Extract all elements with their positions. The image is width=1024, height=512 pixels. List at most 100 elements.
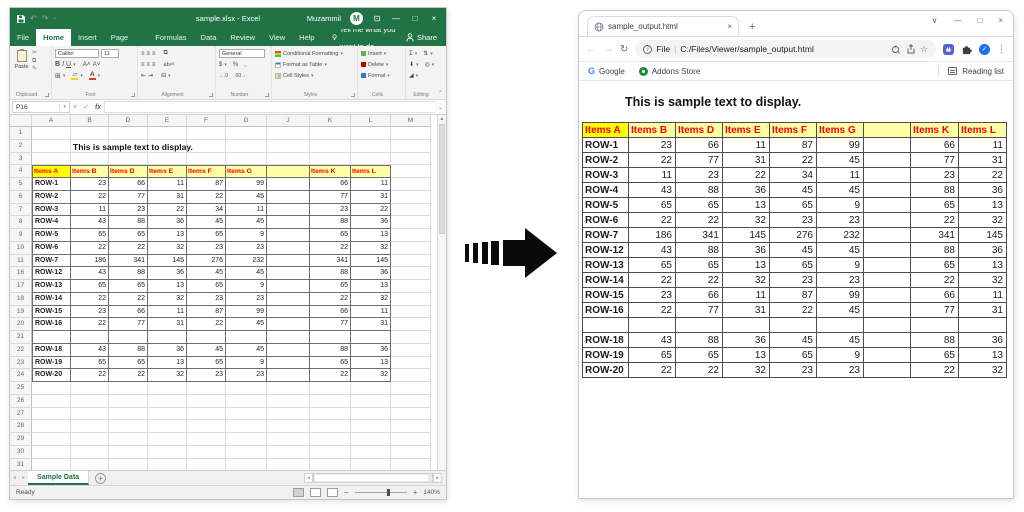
- excel-cell-M29[interactable]: [391, 433, 431, 446]
- excel-cell-E21[interactable]: [148, 331, 187, 344]
- excel-cell-M26[interactable]: [391, 395, 431, 408]
- excel-col-header-L[interactable]: L: [351, 115, 391, 127]
- excel-cell-L26[interactable]: [351, 395, 391, 408]
- excel-tab-page-layout[interactable]: Page Layout: [104, 29, 149, 46]
- excel-cell-A11[interactable]: ROW-7: [32, 255, 71, 268]
- excel-cell-F27[interactable]: [187, 408, 226, 421]
- excel-cell-D26[interactable]: [109, 395, 148, 408]
- excel-cell-F19[interactable]: 87: [187, 306, 226, 319]
- excel-tab-view[interactable]: View: [262, 29, 292, 46]
- excel-cell-E18[interactable]: 32: [148, 293, 187, 306]
- excel-row-header-10[interactable]: 10: [10, 242, 32, 255]
- excel-cell-F8[interactable]: 45: [187, 216, 226, 229]
- excel-cell-G31[interactable]: [226, 459, 267, 471]
- currency-icon[interactable]: $: [219, 62, 222, 68]
- excel-cell-A25[interactable]: [32, 382, 71, 395]
- excel-cell-M8[interactable]: [391, 216, 431, 229]
- excel-cell-G27[interactable]: [226, 408, 267, 421]
- excel-cell-K24[interactable]: 22: [310, 369, 351, 382]
- excel-cell-A18[interactable]: ROW-14: [32, 293, 71, 306]
- paste-button[interactable]: Paste: [13, 48, 30, 70]
- excel-col-header-E[interactable]: E: [148, 115, 187, 127]
- scroll-right-icon[interactable]: ▸: [433, 473, 442, 483]
- excel-cell-J21[interactable]: [267, 331, 310, 344]
- horizontal-scrollbar[interactable]: ◂ ▸: [304, 471, 442, 485]
- excel-cell-D5[interactable]: 66: [109, 178, 148, 191]
- excel-tab-review[interactable]: Review: [223, 29, 262, 46]
- excel-row-header-22[interactable]: 22: [10, 344, 32, 357]
- excel-cell-B18[interactable]: 22: [71, 293, 109, 306]
- excel-cell-G5[interactable]: 99: [226, 178, 267, 191]
- excel-cell-F5[interactable]: 87: [187, 178, 226, 191]
- browser-minimize-button[interactable]: —: [953, 16, 961, 25]
- excel-cell-J5[interactable]: [267, 178, 310, 191]
- excel-cell-D27[interactable]: [109, 408, 148, 421]
- excel-cell-A6[interactable]: ROW-2: [32, 191, 71, 204]
- excel-cell-A2[interactable]: [32, 140, 71, 153]
- h-scrollbar-thumb[interactable]: [315, 475, 428, 481]
- excel-cell-B27[interactable]: [71, 408, 109, 421]
- excel-cell-L22[interactable]: 36: [351, 344, 391, 357]
- enter-icon[interactable]: ✓: [83, 103, 89, 111]
- autosum-icon[interactable]: Σ: [409, 51, 413, 57]
- excel-cell-L9[interactable]: 13: [351, 229, 391, 242]
- excel-cell-M10[interactable]: [391, 242, 431, 255]
- excel-row-header-19[interactable]: 19: [10, 306, 32, 319]
- excel-cell-F3[interactable]: [187, 153, 226, 166]
- font-color-icon[interactable]: A: [89, 72, 96, 80]
- redo-icon[interactable]: ↷: [42, 14, 49, 23]
- excel-cell-E1[interactable]: [148, 127, 187, 140]
- avatar[interactable]: M: [350, 12, 363, 25]
- excel-cell-A21[interactable]: [32, 331, 71, 344]
- excel-cell-B19[interactable]: 23: [71, 306, 109, 319]
- excel-cell-E24[interactable]: 32: [148, 369, 187, 382]
- excel-cell-M20[interactable]: [391, 318, 431, 331]
- excel-cell-M11[interactable]: [391, 255, 431, 268]
- excel-cell-D3[interactable]: [109, 153, 148, 166]
- excel-cell-G25[interactable]: [226, 382, 267, 395]
- vertical-scrollbar[interactable]: ▲: [437, 115, 446, 470]
- excel-cell-G24[interactable]: 23: [226, 369, 267, 382]
- dialog-launcher-icon[interactable]: [131, 93, 135, 97]
- excel-col-header-F[interactable]: F: [187, 115, 226, 127]
- excel-cell-D31[interactable]: [109, 459, 148, 471]
- excel-cell-L20[interactable]: 31: [351, 318, 391, 331]
- excel-cell-M1[interactable]: [391, 127, 431, 140]
- bold-button[interactable]: B: [55, 61, 60, 68]
- excel-cell-F24[interactable]: 23: [187, 369, 226, 382]
- excel-cell-E16[interactable]: 36: [148, 267, 187, 280]
- browser-menu-icon[interactable]: ⋮: [997, 44, 1006, 55]
- excel-cell-J2[interactable]: [267, 140, 310, 153]
- excel-cell-M17[interactable]: [391, 280, 431, 293]
- excel-cell-A24[interactable]: ROW-20: [32, 369, 71, 382]
- shield-check-icon[interactable]: ✓: [979, 44, 990, 55]
- excel-cell-A5[interactable]: ROW-1: [32, 178, 71, 191]
- find-select-icon[interactable]: ◎: [425, 61, 430, 68]
- excel-cell-K11[interactable]: 341: [310, 255, 351, 268]
- excel-cell-L2[interactable]: [351, 140, 391, 153]
- select-all-corner[interactable]: [10, 115, 32, 127]
- browser-tab[interactable]: sample_output.html ×: [587, 16, 739, 36]
- excel-col-header-D[interactable]: D: [109, 115, 148, 127]
- excel-cell-K29[interactable]: [310, 433, 351, 446]
- share-icon[interactable]: [906, 44, 916, 54]
- excel-cell-F10[interactable]: 23: [187, 242, 226, 255]
- excel-cell-M3[interactable]: [391, 153, 431, 166]
- dialog-launcher-icon[interactable]: [265, 93, 269, 97]
- excel-row-header-2[interactable]: 2: [10, 140, 32, 153]
- excel-cell-F2[interactable]: [187, 140, 226, 153]
- new-tab-button[interactable]: +: [749, 21, 755, 33]
- scrollbar-thumb[interactable]: [439, 124, 445, 234]
- sheet-tab-sample-data[interactable]: Sample Data: [28, 471, 89, 485]
- decrease-font-icon[interactable]: A˅: [93, 62, 101, 68]
- excel-user-name[interactable]: Muzammil: [307, 14, 341, 23]
- font-size-select[interactable]: 11: [101, 49, 119, 58]
- excel-cell-M27[interactable]: [391, 408, 431, 421]
- excel-cell-D21[interactable]: [109, 331, 148, 344]
- excel-cell-A30[interactable]: [32, 446, 71, 459]
- excel-cell-B2[interactable]: This is sample text to display.: [71, 140, 109, 153]
- excel-cell-A28[interactable]: [32, 420, 71, 433]
- excel-cell-K19[interactable]: 66: [310, 306, 351, 319]
- excel-cell-M24[interactable]: [391, 369, 431, 382]
- format-cells-button[interactable]: Format: [368, 73, 385, 79]
